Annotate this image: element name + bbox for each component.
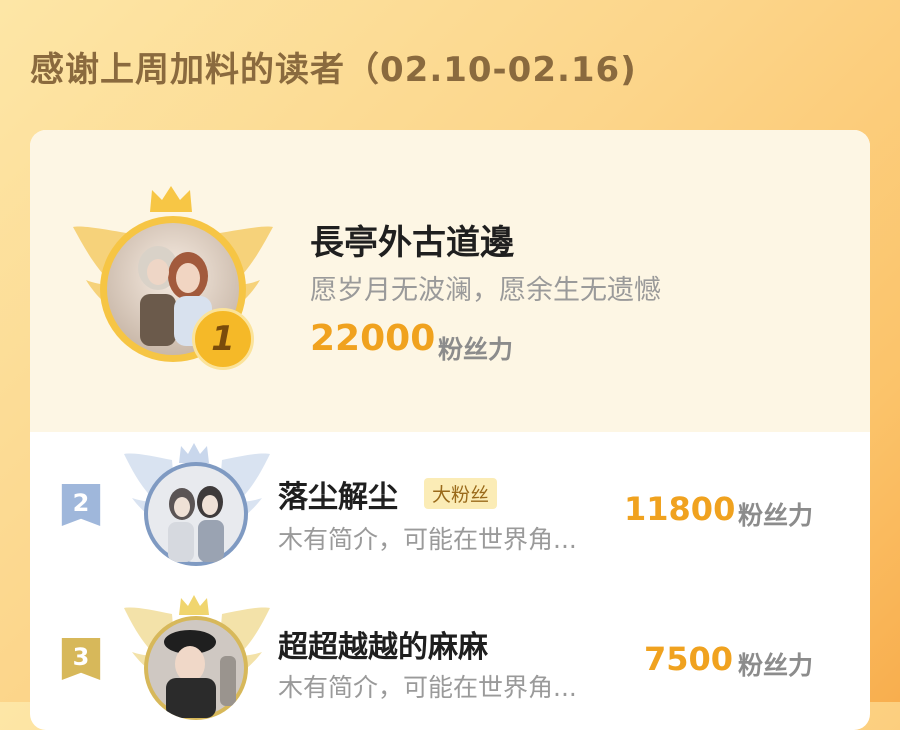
fan-power-score: 7500 xyxy=(644,640,734,678)
crown-icon xyxy=(179,443,209,463)
reader-row[interactable]: 3 超超越越的麻麻 木有简介，可能在世界角... 7500 粉丝力 xyxy=(30,582,870,730)
fan-power-label: 粉丝力 xyxy=(738,501,814,530)
reader-row[interactable]: 2 落尘解尘 大粉丝 木有简介，可能在世界角... 11800 粉丝力 xyxy=(30,432,870,582)
reader-bio: 木有简介，可能在世界角... xyxy=(278,525,577,554)
reader-name[interactable]: 超超越越的麻麻 xyxy=(278,622,488,666)
avatar[interactable] xyxy=(144,616,248,720)
leaderboard-panel: 1 長亭外古道邊 愿岁月无波澜，愿余生无遗憾 22000 粉丝力 2 落尘解尘 … xyxy=(30,130,870,730)
reader-bio: 愿岁月无波澜，愿余生无遗憾 xyxy=(310,275,661,306)
page-heading: 感谢上周加料的读者（02.10-02.16) xyxy=(30,50,637,90)
fan-power-score: 11800 xyxy=(624,490,736,528)
rank-medal: 1 xyxy=(192,308,254,370)
top-reader-card[interactable]: 1 長亭外古道邊 愿岁月无波澜，愿余生无遗憾 22000 粉丝力 xyxy=(30,130,870,432)
rank-number: 3 xyxy=(72,643,90,671)
crown-icon xyxy=(179,595,209,615)
fan-power-score: 22000 xyxy=(310,318,436,359)
reader-bio: 木有简介，可能在世界角... xyxy=(278,673,577,702)
avatar[interactable] xyxy=(144,462,248,566)
rank-number: 2 xyxy=(72,489,90,517)
fan-level-badge: 大粉丝 xyxy=(424,478,498,509)
fan-power-label: 粉丝力 xyxy=(438,335,514,364)
reader-name[interactable]: 長亭外古道邊 xyxy=(310,215,514,264)
reader-name[interactable]: 落尘解尘 xyxy=(278,472,398,516)
rank-number: 1 xyxy=(211,319,235,359)
fan-power-label: 粉丝力 xyxy=(738,651,814,680)
crown-icon xyxy=(150,186,192,212)
